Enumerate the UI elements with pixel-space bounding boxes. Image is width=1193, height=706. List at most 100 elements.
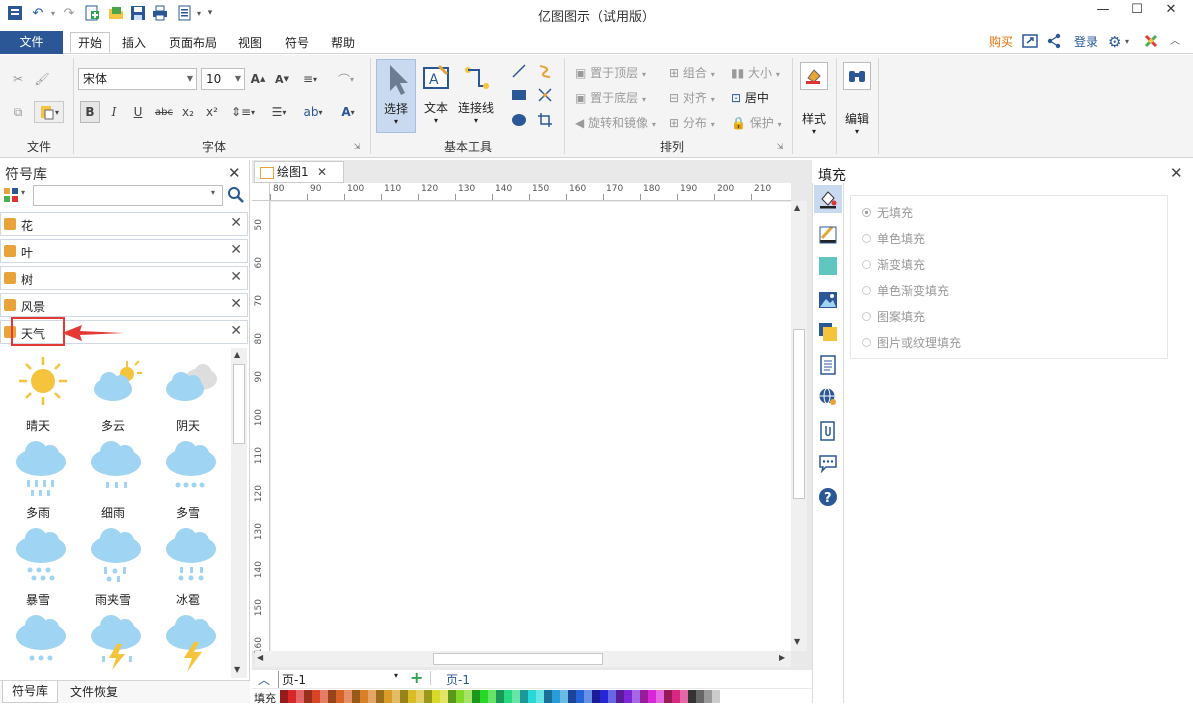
scroll-down-icon[interactable]: ▼ [794,637,800,646]
symbol-drizzle[interactable]: 细雨 [78,440,148,520]
color-swatch[interactable] [704,690,712,703]
distribute-button[interactable]: ⊞ 分布 ▾ [669,114,715,131]
color-swatch[interactable] [592,690,600,703]
protect-button[interactable]: 🔒 保护 ▾ [731,114,782,131]
color-swatch[interactable] [648,690,656,703]
scroll-up-icon[interactable]: ▲ [794,203,800,212]
color-swatch[interactable] [336,690,344,703]
tab-help[interactable]: 帮助 [324,33,362,54]
superscript-button[interactable]: x² [204,103,220,121]
color-swatch[interactable] [472,690,480,703]
tab-view[interactable]: 视图 [231,33,269,54]
fill-option-picture-texture[interactable]: 图片或纹理填充 [862,334,961,351]
page-navigate-up-icon[interactable]: ︿ [258,671,270,688]
search-icon[interactable] [227,186,245,204]
color-swatch[interactable] [576,690,584,703]
curve-shape-icon[interactable] [536,62,554,80]
color-swatch[interactable] [344,690,352,703]
buy-link[interactable]: 购买 [989,33,1013,51]
style-button[interactable]: 样式 ▾ [797,62,831,142]
image-icon[interactable] [818,290,838,310]
color-swatch[interactable] [544,690,552,703]
fill-option-solid[interactable]: 单色填充 [862,230,925,247]
color-swatch[interactable] [496,690,504,703]
symbol-thunder[interactable] [153,614,223,674]
document-list-icon[interactable] [818,355,838,375]
close-category-icon[interactable]: ✕ [230,296,242,312]
tab-insert[interactable]: 插入 [115,33,153,54]
color-swatch[interactable] [664,690,672,703]
color-swatch[interactable] [536,690,544,703]
color-swatch[interactable] [368,690,376,703]
scroll-thumb[interactable] [793,329,805,499]
color-swatch[interactable] [408,690,416,703]
color-swatch[interactable] [552,690,560,703]
color-swatch[interactable] [696,690,704,703]
share-icon[interactable] [1046,33,1064,51]
category-leaves[interactable]: 叶 ✕ [0,239,248,263]
center-button[interactable]: ⊡ 居中 [731,89,769,106]
search-history-dropdown-icon[interactable]: ▾ [211,188,215,197]
paragraph-spacing-icon[interactable]: ⇕≡ ▾ [228,103,258,121]
scroll-left-icon[interactable]: ◀ [257,653,263,662]
symbol-hail[interactable]: 冰雹 [153,527,223,607]
line-shape-icon[interactable] [510,62,528,80]
color-swatch[interactable] [448,690,456,703]
drawing-page[interactable] [271,202,791,651]
color-swatches[interactable] [280,690,725,703]
add-page-icon[interactable]: + [410,668,423,687]
color-swatch[interactable] [280,690,288,703]
bold-button[interactable]: B [80,101,100,123]
symbol-search-input[interactable] [33,185,223,206]
symbol-snowy[interactable]: 多雪 [153,440,223,520]
arrange-dialog-launcher-icon[interactable]: ⇲ [775,141,785,151]
color-swatch[interactable] [360,690,368,703]
color-swatch[interactable] [568,690,576,703]
fill-option-pattern[interactable]: 图案填充 [862,308,925,325]
minimize-button[interactable]: — [1088,2,1118,22]
color-swatch[interactable] [432,690,440,703]
scroll-down-icon[interactable]: ▼ [234,665,240,674]
scroll-up-icon[interactable]: ▲ [234,350,240,359]
shrink-font-icon[interactable]: A ▼ [274,70,290,88]
canvas-vertical-scrollbar[interactable]: ▲ ▼ [791,201,807,651]
color-swatch[interactable] [400,690,408,703]
category-flowers[interactable]: 花 ✕ [0,212,248,236]
fill-option-gradient[interactable]: 渐变填充 [862,256,925,273]
settings-gear-icon[interactable]: ⚙ [1108,33,1124,51]
library-grid-icon[interactable] [3,187,19,203]
symbol-overcast[interactable]: 阴天 [153,355,223,435]
line-style-icon[interactable] [818,224,838,244]
color-swatch[interactable] [688,690,696,703]
underline-button[interactable]: U [130,103,146,121]
color-swatch[interactable] [488,690,496,703]
maximize-button[interactable]: ☐ [1122,2,1152,22]
symbol-heavy-rain[interactable]: 多雨 [3,440,73,520]
color-swatch[interactable] [712,690,720,703]
symbol-thunder-rain[interactable] [78,614,148,674]
page-tab[interactable]: 页-1 [446,671,470,688]
scroll-thumb[interactable] [233,364,245,444]
send-to-back-button[interactable]: ▣ 置于底层 ▾ [575,89,646,106]
font-color-icon[interactable]: A ▾ [334,103,362,121]
tab-home[interactable]: 开始 [70,32,111,53]
symbol-scrollbar[interactable]: ▲ ▼ [231,348,247,678]
close-fill-panel-icon[interactable]: ✕ [1170,164,1183,182]
color-swatch[interactable] [304,690,312,703]
symbol-blizzard[interactable]: 暴雪 [3,527,73,607]
color-swatch[interactable] [560,690,568,703]
connector-tool-button[interactable]: 连接线 ▾ [456,59,496,133]
color-swatch[interactable] [512,690,520,703]
rotate-mirror-button[interactable]: ◀ 旋转和镜像 ▾ [575,114,656,131]
page-select[interactable]: 页-1 ▾ [278,671,398,688]
color-swatch[interactable] [288,690,296,703]
canvas-horizontal-scrollbar[interactable]: ◀ ▶ [255,651,791,667]
color-swatch[interactable] [632,690,640,703]
font-dialog-launcher-icon[interactable]: ⇲ [352,141,362,151]
text-highlight-icon[interactable]: ab ▾ [298,103,328,121]
color-swatch[interactable] [600,690,608,703]
symbol-cloudy[interactable]: 多云 [78,355,148,435]
color-swatch[interactable] [480,690,488,703]
close-document-icon[interactable]: ✕ [317,162,327,182]
layer-icon[interactable] [818,322,838,342]
